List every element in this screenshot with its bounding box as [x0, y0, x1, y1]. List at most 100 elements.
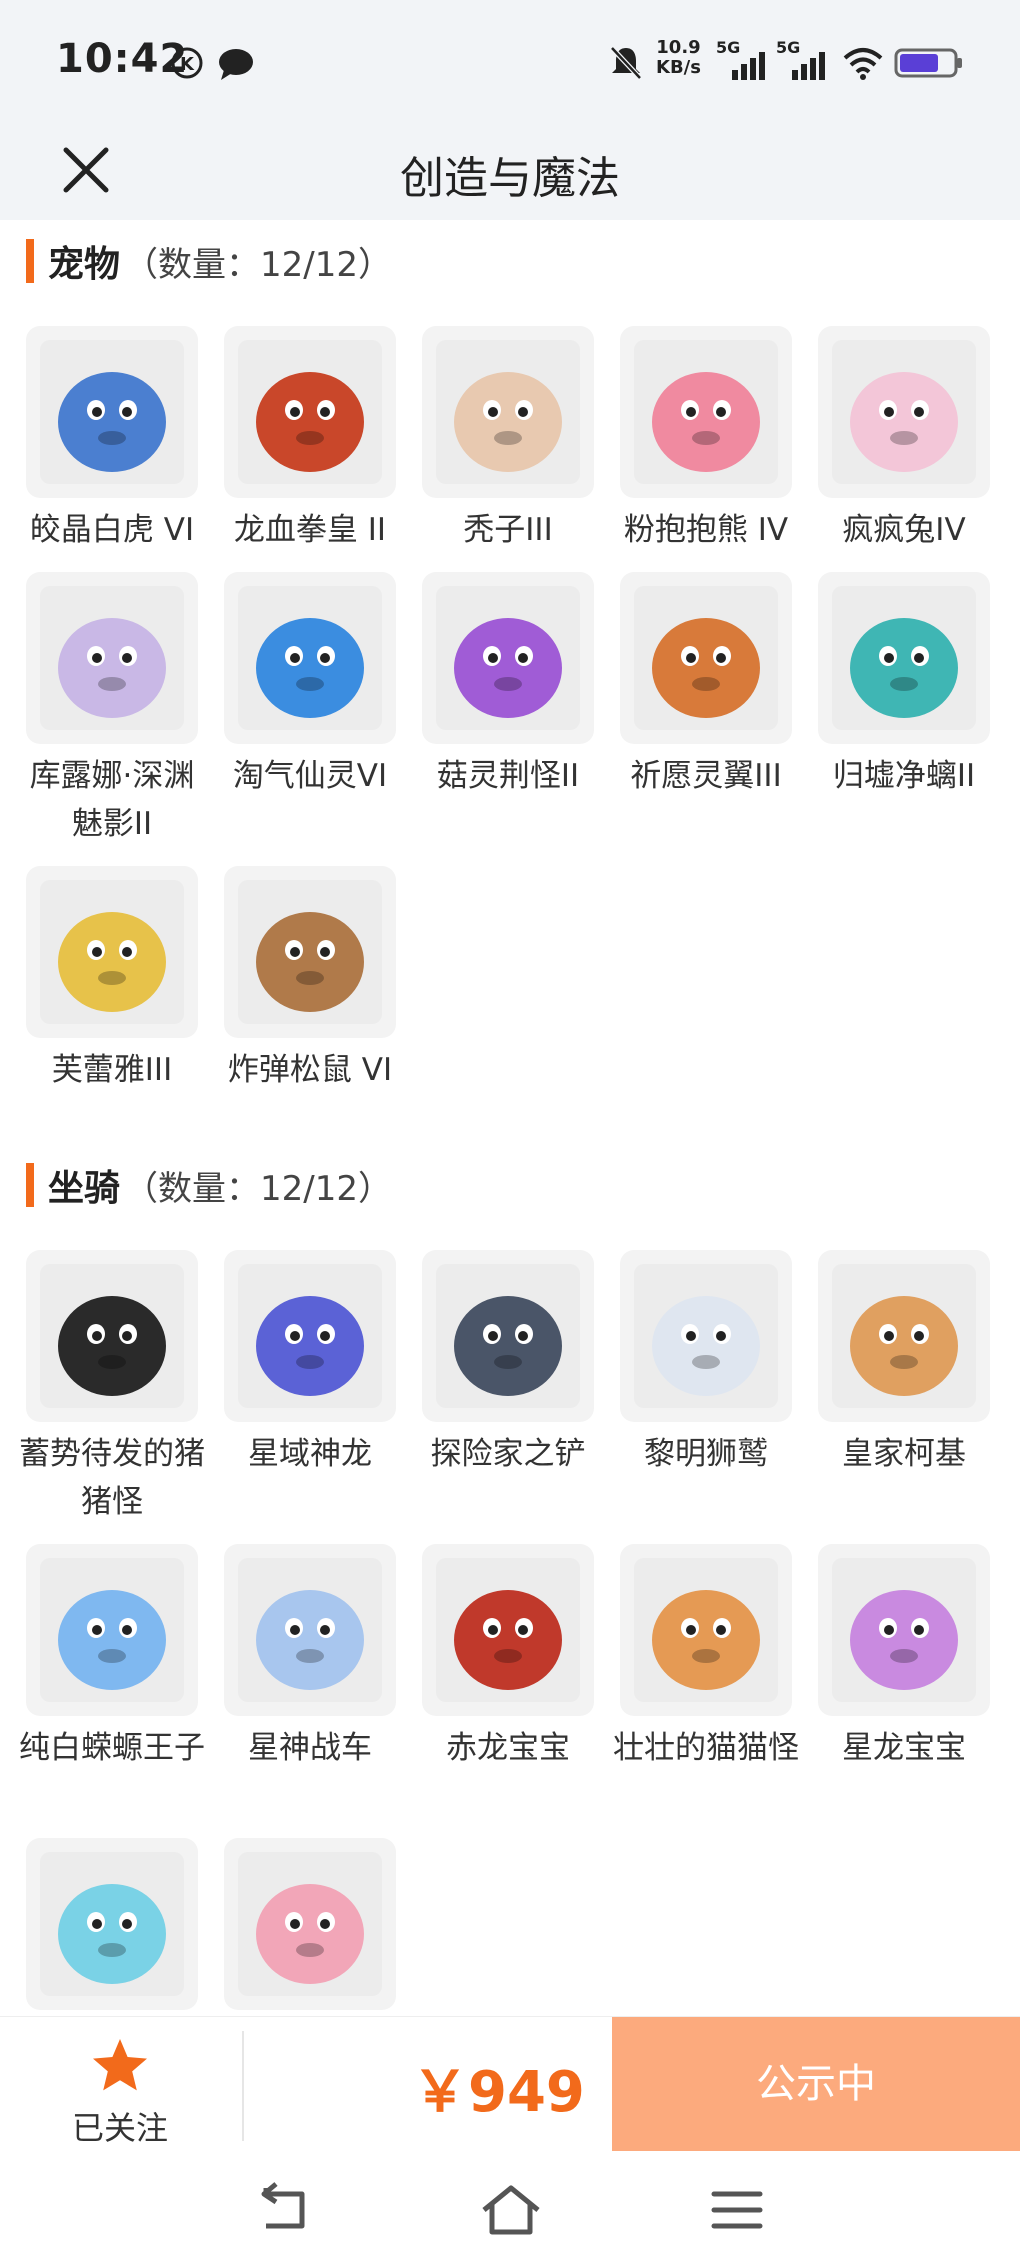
top-header: 创造与魔法 [0, 120, 1020, 220]
status-bar: 10:42 K 10.9 KB/s 5G 5G [0, 0, 1020, 120]
item-tile[interactable] [26, 572, 198, 744]
item-tile[interactable] [224, 866, 396, 1038]
section-accent-bar [26, 239, 34, 283]
mount-item[interactable]: 探险家之铲 [422, 1250, 594, 1478]
price: ￥949 [412, 2060, 585, 2125]
mount-item[interactable]: 星域神龙 [224, 1250, 396, 1478]
star-icon [93, 2039, 147, 2091]
publicity-status-button[interactable]: 公示中 [612, 2017, 1020, 2151]
star-dragon-icon [238, 1264, 382, 1408]
item-label: 星神战车 [248, 1730, 372, 1766]
item-label: 归墟净螭II [832, 758, 976, 794]
home-nav-icon[interactable] [476, 2180, 546, 2240]
item-tile[interactable] [224, 326, 396, 498]
item-tile[interactable] [422, 1544, 594, 1716]
pet-item[interactable]: 菇灵荆怪II [422, 572, 594, 800]
section-count: （数量：12/12） [124, 1168, 392, 1209]
item-tile[interactable] [224, 572, 396, 744]
item-label: 淘气仙灵VI [232, 758, 388, 794]
mount-item[interactable]: 赤龙宝宝 [422, 1544, 594, 1772]
pet-item[interactable]: 淘气仙灵VI [224, 572, 396, 800]
pet-item[interactable]: 粉抱抱熊 IV [620, 326, 792, 554]
item-tile[interactable] [422, 572, 594, 744]
item-tile[interactable] [818, 572, 990, 744]
pig-monster-icon [40, 1264, 184, 1408]
crazy-rabbit-icon [832, 340, 976, 484]
mount-item[interactable]: 皇家柯基 [818, 1250, 990, 1478]
signal-bars-icon [732, 52, 765, 80]
signal-bars-2-icon [792, 52, 825, 80]
pet-item[interactable]: 归墟净螭II [818, 572, 990, 800]
item-tile[interactable] [26, 1838, 198, 2010]
mount-item[interactable]: 壮壮的猫猫怪 [613, 1544, 799, 1772]
pet-item[interactable]: 炸弹松鼠 VI [224, 866, 396, 1094]
item-tile[interactable] [224, 1838, 396, 2010]
item-tile[interactable] [620, 326, 792, 498]
item-tile[interactable] [26, 326, 198, 498]
item-tile[interactable] [422, 326, 594, 498]
section-name: 宠物 [48, 244, 121, 285]
item-tile[interactable] [818, 1544, 990, 1716]
kuluna-icon [40, 586, 184, 730]
item-tile[interactable] [620, 1250, 792, 1422]
svg-text:K: K [180, 54, 195, 75]
item-label: 炸弹松鼠 VI [227, 1052, 393, 1088]
item-tile[interactable] [422, 1250, 594, 1422]
mount-item[interactable]: 蓄势待发的猪猪怪 [19, 1250, 205, 1526]
item-label: 赤龙宝宝 [446, 1730, 570, 1766]
cat-monster-icon [634, 1558, 778, 1702]
pet-item[interactable]: 皎晶白虎 VI [26, 326, 198, 554]
item-label: 壮壮的猫猫怪 [613, 1730, 799, 1766]
item-tile[interactable] [620, 572, 792, 744]
pet-item[interactable]: 库露娜·深渊魅影II [26, 572, 198, 848]
pet-item[interactable]: 龙血拳皇 II [224, 326, 396, 554]
net-speed-value: 10.9 [656, 37, 701, 58]
page-title: 创造与魔法 [400, 153, 620, 204]
item-label: 祈愿灵翼III [630, 758, 782, 794]
item-label: 库露娜·深渊魅影II [29, 758, 195, 842]
section-name: 坐骑 [48, 1168, 121, 1209]
item-label: 龙血拳皇 II [233, 512, 387, 548]
back-nav-icon[interactable] [248, 2180, 318, 2240]
mount-item[interactable]: 星龙宝宝 [818, 1544, 990, 1772]
mount-item[interactable]: 纯白蝾螈王子 [19, 1544, 205, 1772]
system-nav-bar [0, 2152, 1020, 2267]
item-label: 粉抱抱熊 IV [623, 512, 789, 548]
mount-item[interactable]: 黎明狮鹫 [620, 1250, 792, 1478]
mount-item[interactable] [26, 1838, 198, 2018]
pink-bear-icon [634, 340, 778, 484]
item-tile[interactable] [26, 866, 198, 1038]
section-accent-bar [26, 1163, 34, 1207]
mount-item[interactable]: 星神战车 [224, 1544, 396, 1772]
pet-item[interactable]: 疯疯兔IV [818, 326, 990, 554]
item-tile[interactable] [26, 1544, 198, 1716]
item-tile[interactable] [26, 1250, 198, 1422]
pet-item[interactable]: 秃子III [422, 326, 594, 554]
item-tile[interactable] [224, 1544, 396, 1716]
mount-item[interactable] [224, 1838, 396, 2018]
mute-bell-icon [610, 46, 642, 80]
item-tile[interactable] [818, 326, 990, 498]
pet-item[interactable]: 祈愿灵翼III [620, 572, 792, 800]
bar-divider [242, 2031, 244, 2141]
freya-icon [40, 880, 184, 1024]
wish-wing-icon [634, 586, 778, 730]
follow-label: 已关注 [71, 2109, 168, 2147]
item-label: 星龙宝宝 [842, 1730, 966, 1766]
griffin-icon [634, 1264, 778, 1408]
item-label: 蓄势待发的猪猪怪 [19, 1436, 205, 1520]
item-tile[interactable] [620, 1544, 792, 1716]
item-tile[interactable] [224, 1250, 396, 1422]
axolotl-icon [40, 1558, 184, 1702]
follow-button[interactable]: 已关注 [40, 2037, 200, 2147]
dragon-boxer-icon [238, 340, 382, 484]
pet-item[interactable]: 芙蕾雅III [26, 866, 198, 1094]
item-label: 芙蕾雅III [51, 1052, 173, 1088]
item-tile[interactable] [818, 1250, 990, 1422]
item-label: 菇灵荆怪II [436, 758, 580, 794]
menu-nav-icon[interactable] [702, 2180, 772, 2240]
pink-creature-icon [238, 1852, 382, 1996]
item-label: 黎明狮鹫 [644, 1436, 768, 1472]
item-label: 疯疯兔IV [842, 512, 966, 548]
naughty-sprite-icon [238, 586, 382, 730]
